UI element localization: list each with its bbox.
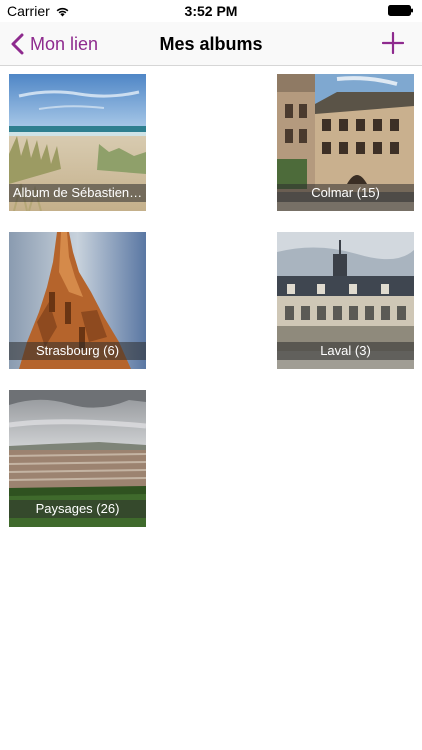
album-tile[interactable]: Colmar (15)	[277, 74, 414, 211]
album-label: Laval (3)	[277, 342, 414, 360]
album-tile[interactable]: Strasbourg (6)	[9, 232, 146, 369]
album-label: Strasbourg (6)	[9, 342, 146, 360]
album-tile[interactable]: Laval (3)	[277, 232, 414, 369]
add-icon[interactable]	[382, 32, 404, 54]
album-label: Album de Sébastien…	[9, 184, 146, 202]
status-time: 3:52 PM	[184, 3, 238, 19]
album-label: Colmar (15)	[277, 184, 414, 202]
album-tile[interactable]: Album de Sébastien…	[9, 74, 146, 211]
album-label: Paysages (26)	[9, 500, 146, 518]
battery-icon	[388, 5, 413, 16]
album-tile[interactable]: Paysages (26)	[9, 390, 146, 527]
page-title: Mes albums	[159, 34, 263, 54]
status-bar: Carrier 3:52 PM	[0, 0, 422, 22]
navigation-bar: Mon lien Mes albums	[0, 22, 422, 66]
